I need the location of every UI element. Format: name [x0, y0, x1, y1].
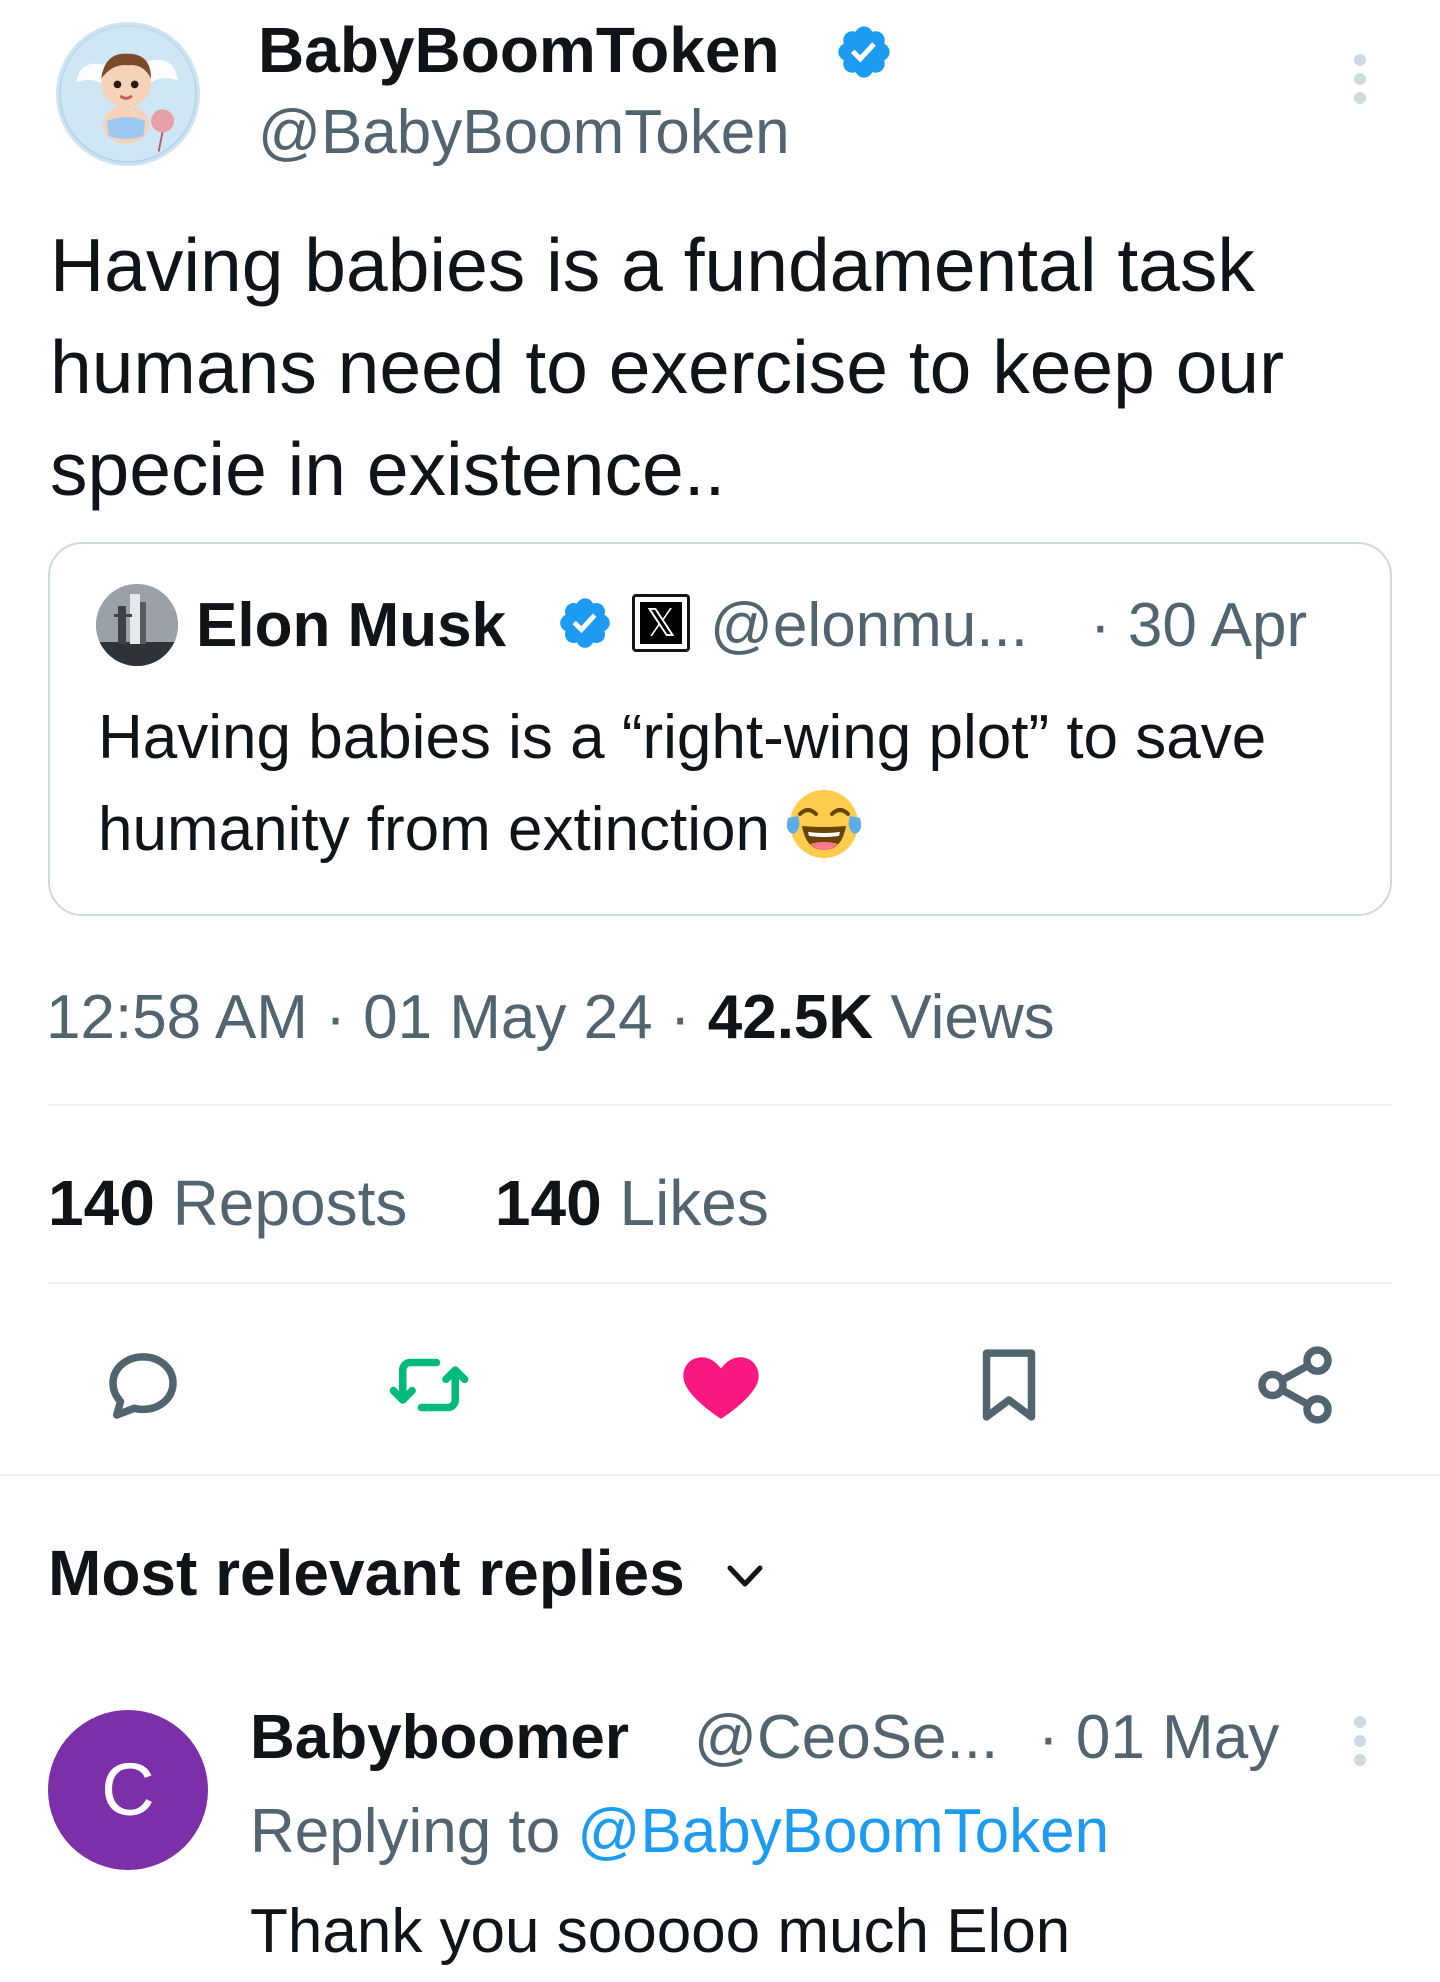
like-button[interactable]: [676, 1340, 766, 1430]
tweet-detail-page: BabyBoomToken @BabyBoomToken Having babi…: [0, 0, 1440, 1982]
author-handle[interactable]: @BabyBoomToken: [258, 90, 790, 176]
repost-arrows-icon: [389, 1358, 469, 1412]
replying-to-line: Replying to @BabyBoomToken: [250, 1790, 1109, 1874]
divider: [48, 1104, 1392, 1106]
quoted-tweet-text: Having babies is a “right-wing plot” to …: [98, 703, 1267, 864]
verified-badge-icon: [560, 598, 610, 648]
repost-button[interactable]: [384, 1340, 474, 1430]
quoted-author-name[interactable]: Elon Musk: [196, 586, 506, 666]
share-nodes-icon: [1258, 1346, 1332, 1424]
replies-sort-heading[interactable]: Most relevant replies: [48, 1530, 685, 1616]
tears-of-joy-emoji-icon: [786, 790, 862, 858]
reply-bubble-icon: [109, 1353, 177, 1419]
reply-date[interactable]: · 01 May: [1038, 1696, 1279, 1780]
share-button[interactable]: [1250, 1340, 1340, 1430]
bookmark-button[interactable]: [964, 1340, 1054, 1430]
x-affiliate-badge-icon: 𝕏: [632, 594, 690, 652]
replying-to-label: Replying to: [250, 1797, 561, 1866]
author-name[interactable]: BabyBoomToken: [258, 6, 780, 94]
views-label[interactable]: Views: [890, 983, 1054, 1052]
quoted-tweet-text-block: Having babies is a “right-wing plot” to …: [98, 692, 1358, 876]
replying-to-mention-link[interactable]: @BabyBoomToken: [577, 1797, 1109, 1866]
tweet-meta: 12:58 AM · 01 May 24 · 42.5K Views: [46, 976, 1055, 1060]
reply-author-avatar[interactable]: C: [48, 1710, 208, 1870]
divider: [0, 1474, 1440, 1476]
views-count[interactable]: 42.5K: [708, 983, 873, 1052]
quoted-author-avatar[interactable]: [96, 584, 178, 666]
x-logo-icon: 𝕏: [640, 602, 682, 644]
heart-icon: [683, 1357, 759, 1419]
more-options-icon[interactable]: [1338, 52, 1382, 106]
reposts-count[interactable]: 140: [48, 1167, 155, 1239]
more-options-icon[interactable]: [1338, 1714, 1382, 1768]
reply-button[interactable]: [98, 1340, 188, 1430]
author-avatar[interactable]: [56, 22, 200, 166]
reply-author-handle[interactable]: @CeoSe...: [694, 1696, 998, 1780]
reply-text: Thank you sooooo much Elon: [250, 1897, 1071, 1966]
likes-count[interactable]: 140: [495, 1167, 602, 1239]
quoted-tweet-date[interactable]: · 30 Apr: [1090, 586, 1307, 666]
reply-author-name[interactable]: Babyboomer: [250, 1696, 629, 1780]
divider: [48, 1282, 1392, 1284]
reposts-label[interactable]: Reposts: [173, 1167, 408, 1239]
bookmark-icon: [982, 1349, 1036, 1421]
baby-cupid-avatar-image: [60, 26, 196, 162]
verified-badge-icon: [838, 26, 890, 78]
tweet-date[interactable]: 01 May 24: [363, 983, 653, 1052]
likes-label[interactable]: Likes: [619, 1167, 768, 1239]
rocket-launch-avatar-image: [96, 584, 178, 666]
meta-separator: ·: [669, 983, 691, 1052]
chevron-down-icon[interactable]: [722, 1558, 768, 1594]
tweet-time[interactable]: 12:58 AM: [46, 983, 308, 1052]
tweet-text: Having babies is a fundamental task huma…: [50, 223, 1285, 511]
meta-separator: ·: [325, 983, 346, 1052]
engagement-stats: 140 Reposts 140 Likes: [48, 1160, 769, 1246]
quoted-author-handle[interactable]: @elonmu...: [710, 586, 1028, 666]
